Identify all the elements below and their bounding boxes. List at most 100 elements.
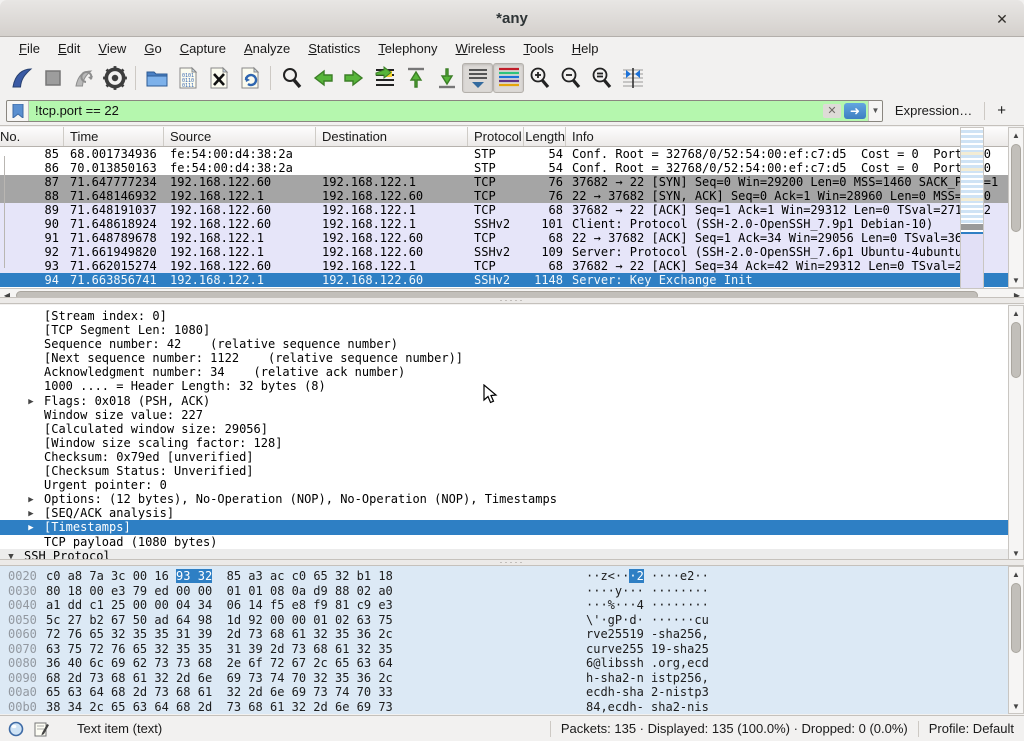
- zoom-reset-button[interactable]: [586, 63, 617, 93]
- hex-ascii[interactable]: 6@libssh .org,ecd: [586, 656, 709, 670]
- detail-line[interactable]: Sequence number: 42 (relative sequence n…: [0, 337, 1024, 351]
- expert-info-icon[interactable]: [8, 721, 24, 737]
- hex-row-0030[interactable]: 003080 18 00 e3 79 ed 00 00 01 01 08 0a …: [0, 584, 1024, 599]
- detail-line[interactable]: ▶Options: (12 bytes), No-Operation (NOP)…: [0, 492, 1024, 506]
- hex-row-0070[interactable]: 007063 75 72 76 65 32 35 35 31 39 2d 73 …: [0, 642, 1024, 657]
- capture-comment-icon[interactable]: [34, 721, 49, 737]
- packet-row-91[interactable]: 9171.648789678192.168.122.1192.168.122.6…: [0, 231, 1024, 245]
- open-file-button[interactable]: [141, 63, 172, 93]
- display-filter-input[interactable]: [29, 101, 822, 121]
- column-header-time[interactable]: Time: [64, 127, 164, 146]
- go-to-packet-button[interactable]: [369, 63, 400, 93]
- menu-statistics[interactable]: Statistics: [299, 39, 369, 58]
- detail-line[interactable]: [Window size scaling factor: 128]: [0, 436, 1024, 450]
- title-bar[interactable]: *any ✕: [0, 0, 1024, 37]
- hex-row-00a0[interactable]: 00a065 63 64 68 2d 73 68 61 32 2d 6e 69 …: [0, 685, 1024, 700]
- detail-line[interactable]: [TCP Segment Len: 1080]: [0, 323, 1024, 337]
- hex-bytes[interactable]: c0 a8 7a 3c 00 16 93 32 85 a3 ac c0 65 3…: [46, 569, 393, 583]
- menu-telephony[interactable]: Telephony: [369, 39, 446, 58]
- hex-bytes[interactable]: 68 2d 73 68 61 32 2d 6e 69 73 74 70 32 3…: [46, 671, 393, 685]
- hex-ascii[interactable]: curve255 19-sha25: [586, 642, 709, 656]
- column-header-length[interactable]: Length: [524, 127, 566, 146]
- filter-clear-button[interactable]: ✕: [823, 104, 841, 118]
- packet-row-94[interactable]: 9471.663856741192.168.122.1192.168.122.6…: [0, 273, 1024, 287]
- packet-row-86[interactable]: 8670.013850163fe:54:00:d4:38:2aSTP54Conf…: [0, 161, 1024, 175]
- packet-row-85[interactable]: 8568.001734936fe:54:00:d4:38:2aSTP54Conf…: [0, 147, 1024, 161]
- column-header-info[interactable]: Info: [566, 127, 1024, 146]
- hex-ascii[interactable]: ··z<···2 ····e2··: [586, 569, 709, 583]
- go-to-bottom-button[interactable]: [431, 63, 462, 93]
- colorize-button[interactable]: [493, 63, 524, 93]
- menu-analyze[interactable]: Analyze: [235, 39, 299, 58]
- filter-add-button[interactable]: +: [985, 102, 1018, 119]
- go-forward-button[interactable]: [338, 63, 369, 93]
- auto-scroll-button[interactable]: [462, 63, 493, 93]
- collapsed-arrow-icon[interactable]: ▶: [26, 521, 36, 535]
- pane-splitter[interactable]: ·····: [0, 559, 1024, 566]
- detail-line[interactable]: Urgent pointer: 0: [0, 478, 1024, 492]
- detail-line[interactable]: Acknowledgment number: 34 (relative ack …: [0, 365, 1024, 379]
- column-header-protocol[interactable]: Protocol: [468, 127, 524, 146]
- detail-line[interactable]: ▶[SEQ/ACK analysis]: [0, 506, 1024, 520]
- capture-options-button[interactable]: [99, 63, 130, 93]
- go-back-button[interactable]: [307, 63, 338, 93]
- detail-line[interactable]: 1000 .... = Header Length: 32 bytes (8): [0, 379, 1024, 393]
- packet-list-vscrollbar[interactable]: ▲ ▼: [1008, 127, 1024, 288]
- detail-line[interactable]: [Stream index: 0]: [0, 309, 1024, 323]
- expression-button[interactable]: Expression…: [883, 103, 984, 118]
- column-header-no[interactable]: No.: [0, 127, 64, 146]
- hex-bytes[interactable]: 63 75 72 76 65 32 35 35 31 39 2d 73 68 6…: [46, 642, 393, 656]
- find-packet-button[interactable]: [276, 63, 307, 93]
- packet-row-90[interactable]: 9071.648618924192.168.122.60192.168.122.…: [0, 217, 1024, 231]
- scroll-up-arrow[interactable]: ▲: [1009, 567, 1023, 581]
- go-to-top-button[interactable]: [400, 63, 431, 93]
- zoom-out-button[interactable]: [555, 63, 586, 93]
- hex-row-0090[interactable]: 009068 2d 73 68 61 32 2d 6e 69 73 74 70 …: [0, 671, 1024, 686]
- menu-help[interactable]: Help: [563, 39, 608, 58]
- pane-splitter[interactable]: ·····: [0, 297, 1024, 304]
- bytes-vscrollbar[interactable]: ▲ ▼: [1008, 566, 1024, 714]
- detail-line[interactable]: [Calculated window size: 29056]: [0, 422, 1024, 436]
- hex-row-0050[interactable]: 00505c 27 b2 67 50 ad 64 98 1d 92 00 00 …: [0, 613, 1024, 628]
- start-capture-button[interactable]: [6, 63, 37, 93]
- packet-row-93[interactable]: 9371.662015274192.168.122.60192.168.122.…: [0, 259, 1024, 273]
- stop-capture-button[interactable]: [37, 63, 68, 93]
- zoom-in-button[interactable]: [524, 63, 555, 93]
- hex-bytes[interactable]: 38 34 2c 65 63 64 68 2d 73 68 61 32 2d 6…: [46, 700, 393, 714]
- save-file-button[interactable]: 010101100111: [172, 63, 203, 93]
- detail-line[interactable]: [Checksum Status: Unverified]: [0, 464, 1024, 478]
- detail-line[interactable]: ▶[Timestamps]: [0, 520, 1024, 534]
- packet-list-minimap[interactable]: [960, 127, 984, 288]
- menu-file[interactable]: File: [10, 39, 49, 58]
- column-header-destination[interactable]: Destination: [316, 127, 468, 146]
- scroll-down-arrow[interactable]: ▼: [1009, 273, 1023, 287]
- detail-line[interactable]: [Next sequence number: 1122 (relative se…: [0, 351, 1024, 365]
- hex-ascii[interactable]: rve25519 -sha256,: [586, 627, 709, 641]
- profile-label[interactable]: Profile: Default: [929, 721, 1024, 736]
- menu-capture[interactable]: Capture: [171, 39, 235, 58]
- display-filter-field[interactable]: ✕ ➜ ▼: [6, 100, 883, 122]
- hex-bytes[interactable]: 36 40 6c 69 62 73 73 68 2e 6f 72 67 2c 6…: [46, 656, 393, 670]
- hex-bytes[interactable]: 5c 27 b2 67 50 ad 64 98 1d 92 00 00 01 0…: [46, 613, 393, 627]
- scroll-up-arrow[interactable]: ▲: [1009, 306, 1023, 320]
- column-header-source[interactable]: Source: [164, 127, 316, 146]
- hex-row-0060[interactable]: 006072 76 65 32 35 35 31 39 2d 73 68 61 …: [0, 627, 1024, 642]
- close-file-button[interactable]: [203, 63, 234, 93]
- detail-line[interactable]: Window size value: 227: [0, 408, 1024, 422]
- scroll-thumb[interactable]: [1011, 583, 1021, 653]
- filter-dropdown-caret[interactable]: ▼: [868, 101, 882, 121]
- packet-row-88[interactable]: 8871.648146932192.168.122.1192.168.122.6…: [0, 189, 1024, 203]
- hex-row-0040[interactable]: 0040a1 dd c1 25 00 00 04 34 06 14 f5 e8 …: [0, 598, 1024, 613]
- packet-row-92[interactable]: 9271.661949820192.168.122.1192.168.122.6…: [0, 245, 1024, 259]
- hex-ascii[interactable]: h-sha2-n istp256,: [586, 671, 709, 685]
- packet-row-87[interactable]: 8771.647777234192.168.122.60192.168.122.…: [0, 175, 1024, 189]
- hex-bytes[interactable]: 80 18 00 e3 79 ed 00 00 01 01 08 0a d9 8…: [46, 584, 393, 598]
- collapsed-arrow-icon[interactable]: ▶: [26, 507, 36, 521]
- hex-bytes[interactable]: 72 76 65 32 35 35 31 39 2d 73 68 61 32 3…: [46, 627, 393, 641]
- scroll-up-arrow[interactable]: ▲: [1009, 128, 1023, 142]
- detail-line[interactable]: TCP payload (1080 bytes): [0, 535, 1024, 549]
- hex-ascii[interactable]: ecdh-sha 2-nistp3: [586, 685, 709, 699]
- scroll-down-arrow[interactable]: ▼: [1009, 699, 1023, 713]
- close-window-button[interactable]: ✕: [992, 9, 1012, 29]
- scroll-thumb[interactable]: [1011, 322, 1021, 378]
